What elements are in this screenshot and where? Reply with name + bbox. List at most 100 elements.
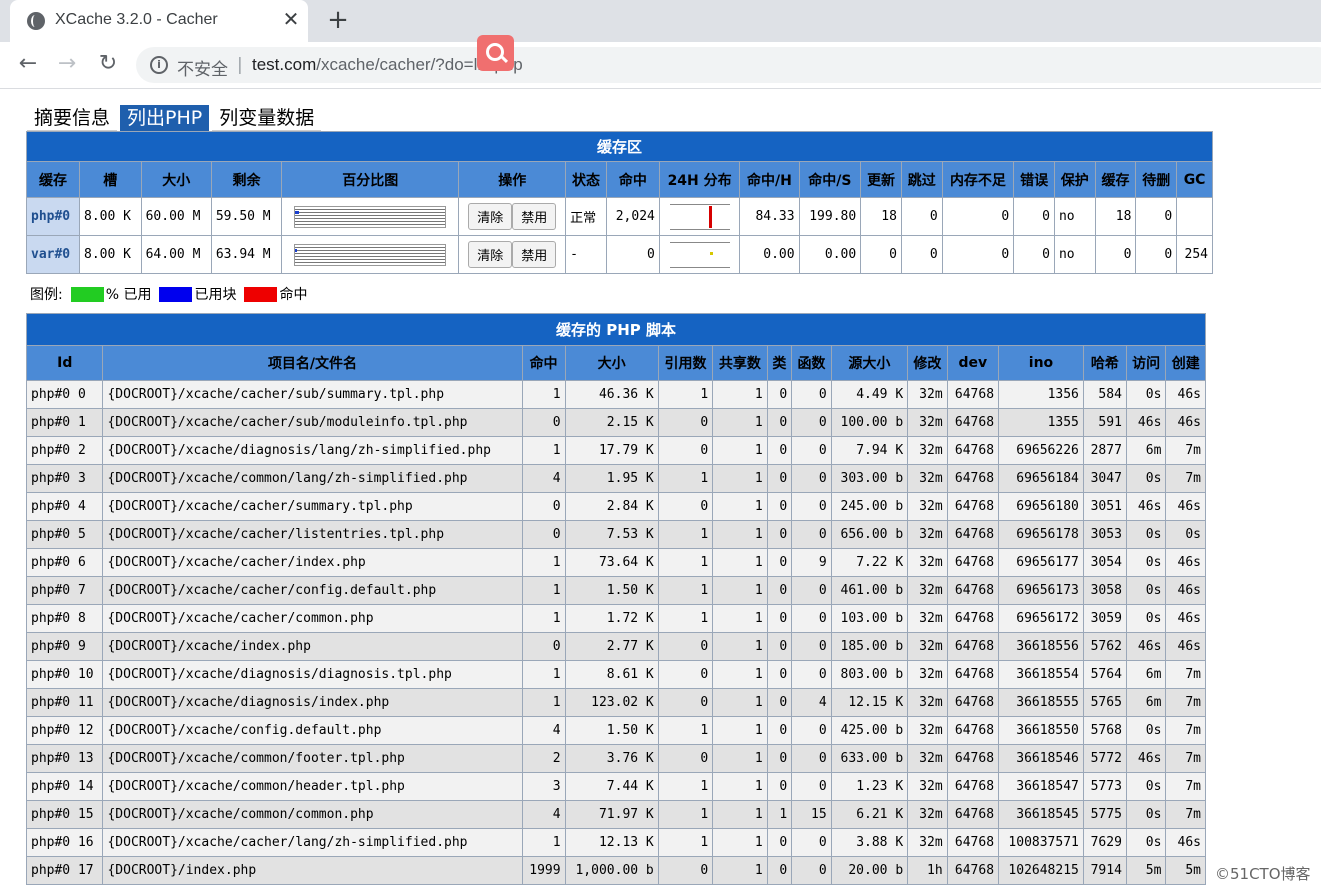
new-tab-icon[interactable]: + <box>325 7 351 33</box>
entry-name[interactable]: {DOCROOT}/xcache/cacher/summary.tpl.php <box>102 492 523 521</box>
reload-icon[interactable]: ↻ <box>96 52 120 76</box>
entry-atime: 0s <box>1125 828 1167 857</box>
entry-id: php#0 2 <box>25 436 104 465</box>
distribution-cell <box>658 197 741 236</box>
entry-name[interactable]: {DOCROOT}/xcache/diagnosis/lang/zh-simpl… <box>102 436 523 465</box>
entry-refcount: 1 <box>657 800 714 829</box>
entry-name[interactable]: {DOCROOT}/xcache/common/common.php <box>102 800 523 829</box>
legend-text-hits: 命中 <box>279 287 308 303</box>
info-icon[interactable]: i <box>150 56 168 74</box>
entry-name[interactable]: {DOCROOT}/xcache/cacher/common.php <box>102 604 523 633</box>
table-row: php#0 2 {DOCROOT}/xcache/diagnosis/lang/z… <box>25 436 1206 465</box>
cache-table: 缓存区 缓存槽大小 剩余 百分比图 操作 状态 命中 24H 分布 命中/H 命中/S 更新 跳过内… <box>26 131 1213 274</box>
entry-name[interactable]: {DOCROOT}/xcache/cacher/index.php <box>102 548 523 577</box>
entry-hash: 5768 <box>1082 716 1127 745</box>
entry-hits: 1 <box>521 380 566 409</box>
tab-summary[interactable]: 摘要信息 <box>27 105 118 131</box>
entry-name[interactable]: {DOCROOT}/xcache/cacher/config.default.p… <box>102 576 523 605</box>
entry-ino: 69656173 <box>998 576 1084 605</box>
scripts-table-header: Id 项目名/文件名 命中 大小 引用数 共享数类函数 源大小 修改 dev ino 哈希 访问 创建 <box>25 345 1206 381</box>
entry-hash: 3054 <box>1082 548 1127 577</box>
tab-list-php[interactable]: 列出PHP <box>120 105 210 131</box>
entry-refcount: 0 <box>657 408 714 437</box>
tab-list-var[interactable]: 列变量数据 <box>212 105 322 131</box>
entry-size: 73.64 K <box>564 548 659 577</box>
entry-name[interactable]: {DOCROOT}/xcache/cacher/sub/moduleinfo.t… <box>102 408 523 437</box>
entry-refcount: 1 <box>657 548 714 577</box>
table-row: php#0 14 {DOCROOT}/xcache/common/header.t… <box>25 772 1206 801</box>
entry-classes: 1 <box>766 800 793 829</box>
entry-functions: 0 <box>791 632 832 661</box>
entry-source-size: 7.22 K <box>830 548 909 577</box>
entry-shared: 1 <box>712 492 768 521</box>
entry-size: 1.72 K <box>564 604 659 633</box>
entry-name[interactable]: {DOCROOT}/xcache/cacher/sub/summary.tpl.… <box>102 380 523 409</box>
legend-swatch-used <box>70 286 104 302</box>
clear-button[interactable]: 清除 <box>468 241 513 268</box>
table-row: php#0 5 {DOCROOT}/xcache/cacher/listentri… <box>25 520 1206 549</box>
cache-name[interactable]: php#0 <box>26 197 80 236</box>
cache-col-header: 大小 <box>140 161 212 198</box>
entry-name[interactable]: {DOCROOT}/xcache/cacher/listentries.tpl.… <box>102 520 523 549</box>
entry-classes: 0 <box>766 632 793 661</box>
entry-hash: 7629 <box>1082 828 1127 857</box>
entry-name[interactable]: {DOCROOT}/xcache/common/footer.tpl.php <box>102 744 523 773</box>
entry-id: php#0 15 <box>25 800 104 829</box>
entry-dev: 64768 <box>946 408 1000 437</box>
script-col-header: 共享数 <box>712 345 768 381</box>
address-bar[interactable]: i 不安全 | test.com/xcache/cacher/?do=listp… <box>136 47 1321 83</box>
entry-size: 12.13 K <box>564 828 659 857</box>
percent-graph <box>294 205 447 228</box>
browser-tab[interactable]: XCache 3.2.0 - Cacher ✕ <box>10 0 308 42</box>
table-row: php#0 8 {DOCROOT}/xcache/cacher/common.ph… <box>25 604 1206 633</box>
entry-name[interactable]: {DOCROOT}/xcache/index.php <box>102 632 523 661</box>
entry-ino: 36618547 <box>998 772 1084 801</box>
entry-classes: 0 <box>766 828 793 857</box>
cache-cached: 18 <box>1094 197 1137 236</box>
back-icon[interactable]: ← <box>16 52 40 76</box>
entry-name[interactable]: {DOCROOT}/xcache/diagnosis/diagnosis.tpl… <box>102 660 523 689</box>
entry-atime: 6m <box>1125 436 1167 465</box>
entry-atime: 6m <box>1125 688 1167 717</box>
entry-ctime: 7m <box>1165 744 1206 773</box>
scripts-table-title: 缓存的 PHP 脚本 <box>26 313 1206 346</box>
entry-dev: 64768 <box>946 436 1000 465</box>
table-row: php#0 9 {DOCROOT}/xcache/index.php 0 2.77 K… <box>25 632 1206 661</box>
search-extension-icon[interactable] <box>477 35 514 71</box>
entry-name[interactable]: {DOCROOT}/xcache/common/lang/zh-simplifi… <box>102 464 523 493</box>
entry-ctime: 7m <box>1165 436 1206 465</box>
entry-size: 1.50 K <box>564 716 659 745</box>
close-tab-icon[interactable]: ✕ <box>280 8 302 30</box>
clear-button[interactable]: 清除 <box>468 203 513 230</box>
cache-deleted: 0 <box>1135 197 1178 236</box>
entry-ctime: 7m <box>1165 464 1206 493</box>
entry-dev: 64768 <box>946 744 1000 773</box>
entry-functions: 0 <box>791 520 832 549</box>
entry-shared: 1 <box>712 856 768 885</box>
script-col-header: 命中 <box>521 345 566 381</box>
legend-label: 图例: <box>30 287 63 303</box>
entry-name[interactable]: {DOCROOT}/xcache/cacher/lang/zh-simplifi… <box>102 828 523 857</box>
entry-name[interactable]: {DOCROOT}/xcache/diagnosis/index.php <box>102 688 523 717</box>
entry-classes: 0 <box>766 464 793 493</box>
entry-dev: 64768 <box>946 520 1000 549</box>
entry-ino: 1355 <box>998 408 1084 437</box>
entry-ctime: 46s <box>1165 828 1206 857</box>
disable-button[interactable]: 禁用 <box>512 241 557 268</box>
entry-atime: 0s <box>1125 772 1167 801</box>
entry-name[interactable]: {DOCROOT}/xcache/config.default.php <box>102 716 523 745</box>
insecure-label[interactable]: 不安全 <box>177 55 228 80</box>
disable-button[interactable]: 禁用 <box>512 203 557 230</box>
entry-size: 123.02 K <box>564 688 659 717</box>
cache-actions: 清除 禁用 <box>458 235 567 274</box>
cache-col-header: 错误 <box>1013 161 1055 198</box>
entry-mtime: 32m <box>907 800 948 829</box>
cache-ooms: 0 <box>941 235 1015 274</box>
url-host: test.com <box>252 55 317 74</box>
entry-name[interactable]: {DOCROOT}/xcache/common/header.tpl.php <box>102 772 523 801</box>
entry-name[interactable]: {DOCROOT}/index.php <box>102 856 523 885</box>
cache-name[interactable]: var#0 <box>26 235 80 274</box>
page-tabs: 摘要信息 列出PHP 列变量数据 <box>27 105 324 131</box>
forward-icon[interactable]: → <box>55 52 79 76</box>
entry-ino: 36618545 <box>998 800 1084 829</box>
